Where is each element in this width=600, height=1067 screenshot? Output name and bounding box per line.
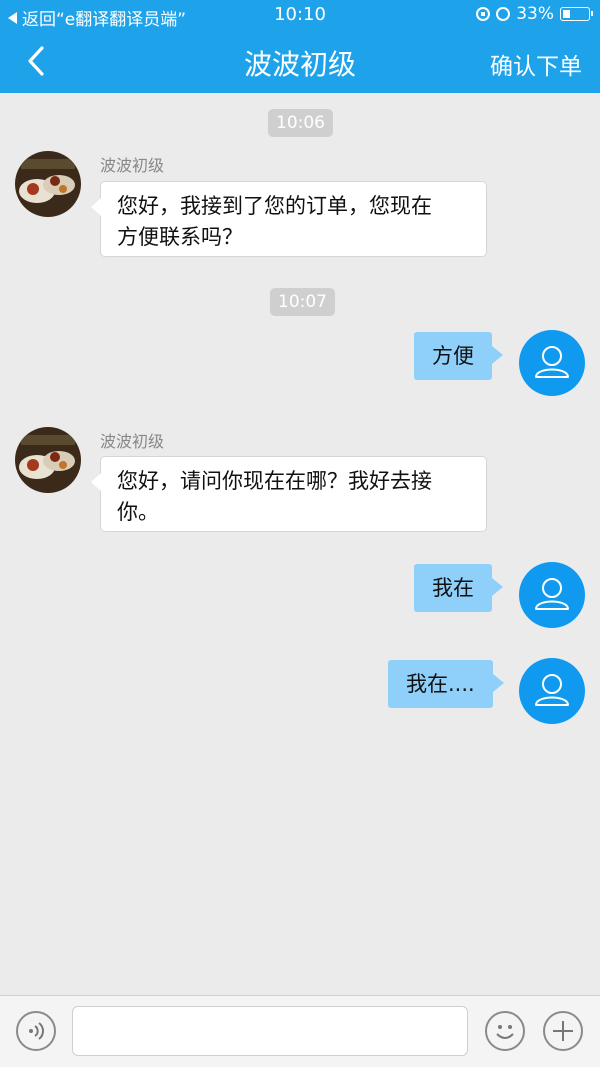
emoji-icon bbox=[496, 1025, 514, 1039]
battery-fill bbox=[562, 9, 571, 18]
outgoing-message[interactable]: 方便 bbox=[414, 332, 503, 380]
message-line: 您好，我接到了您的订单，您现在 bbox=[117, 194, 432, 218]
user-avatar[interactable] bbox=[519, 658, 585, 724]
plus-icon bbox=[553, 1021, 573, 1041]
status-right: 33% bbox=[476, 4, 593, 24]
message-line: 方便联系吗？ bbox=[117, 225, 243, 249]
top-bar: 返回“e翻译翻译员端” 10:10 33% 波波初级 确认下单 bbox=[0, 0, 600, 93]
incoming-message[interactable]: 您好，请问你现在在哪？我好去接 你。 bbox=[91, 456, 487, 532]
food-photo-icon bbox=[15, 151, 81, 217]
user-avatar[interactable] bbox=[519, 330, 585, 396]
message-line: 你。 bbox=[117, 500, 159, 524]
battery-percent: 33% bbox=[516, 4, 554, 24]
outgoing-message[interactable]: 我在.... bbox=[388, 660, 504, 708]
user-icon bbox=[535, 578, 569, 610]
battery-icon bbox=[560, 7, 593, 21]
message-input[interactable] bbox=[72, 1006, 468, 1056]
sender-name: 波波初级 bbox=[100, 156, 165, 175]
food-photo-icon bbox=[15, 427, 81, 493]
contact-avatar[interactable] bbox=[15, 427, 81, 493]
emoji-button[interactable] bbox=[485, 1011, 525, 1051]
voice-button[interactable] bbox=[16, 1011, 56, 1051]
contact-avatar[interactable] bbox=[15, 151, 81, 217]
outgoing-message[interactable]: 我在 bbox=[414, 564, 503, 612]
status-bar: 返回“e翻译翻译员端” 10:10 33% bbox=[0, 0, 600, 30]
voice-icon bbox=[29, 1022, 44, 1040]
navigation-bar: 波波初级 确认下单 bbox=[0, 30, 600, 93]
message-line: 您好，请问你现在在哪？我好去接 bbox=[117, 469, 432, 493]
user-icon bbox=[535, 346, 569, 378]
plus-button[interactable] bbox=[543, 1011, 583, 1051]
user-avatar[interactable] bbox=[519, 562, 585, 628]
rotation-lock-icon bbox=[476, 7, 491, 21]
input-bar bbox=[0, 995, 600, 1067]
timestamp-chip: 10:06 bbox=[268, 109, 333, 137]
user-icon bbox=[535, 674, 569, 706]
incoming-message[interactable]: 您好，我接到了您的订单，您现在 方便联系吗？ bbox=[91, 181, 487, 257]
timestamp-chip: 10:07 bbox=[270, 288, 335, 316]
confirm-order-button[interactable]: 确认下单 bbox=[490, 47, 582, 81]
alarm-icon bbox=[496, 7, 511, 21]
chat-area[interactable]: 10:06 波波初级 您好，我接到了您的订单，您现在 方便联系吗？ 10:07 … bbox=[0, 93, 600, 995]
sender-name: 波波初级 bbox=[100, 432, 165, 451]
